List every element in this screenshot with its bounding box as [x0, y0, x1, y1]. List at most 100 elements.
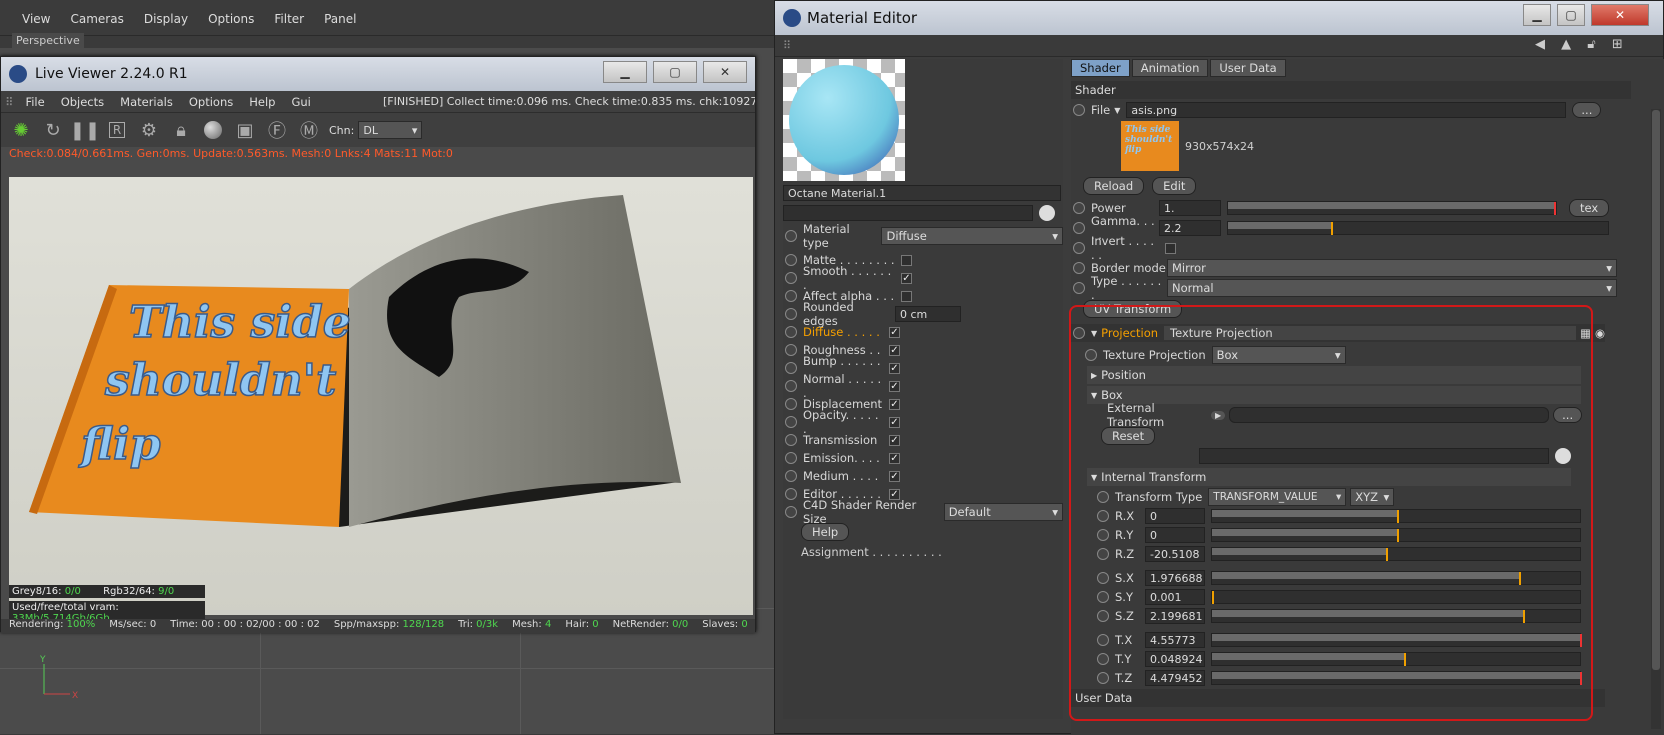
settings-gear-icon[interactable]: ⚙: [137, 118, 161, 142]
texture-thumbnail[interactable]: This side shouldn't flip: [1121, 121, 1179, 171]
picker-icon[interactable]: ◉: [1595, 326, 1605, 340]
tex-button[interactable]: tex: [1569, 199, 1610, 217]
material-preview[interactable]: [783, 59, 905, 181]
file-path-field[interactable]: asis.png: [1126, 102, 1567, 118]
anim-dot-icon[interactable]: [1073, 242, 1085, 254]
normal-checkbox[interactable]: ✓: [889, 380, 900, 392]
render-view[interactable]: This side shouldn't flip: [9, 177, 753, 615]
viewport-frame-icon[interactable]: ▣: [233, 118, 257, 142]
minimize-button[interactable]: ▁: [603, 61, 647, 83]
menu-panel[interactable]: Panel: [314, 12, 366, 26]
lv-menu-objects[interactable]: Objects: [53, 95, 112, 109]
channel-diffuse[interactable]: Diffuse . . . . .: [803, 325, 883, 339]
roughness-checkbox[interactable]: ✓: [889, 344, 900, 356]
lv-menu-options[interactable]: Options: [181, 95, 241, 109]
c4d-shader-select[interactable]: Default ▾: [943, 503, 1063, 521]
material-search-field[interactable]: [783, 205, 1033, 221]
channel-opacity[interactable]: Opacity. . . . . .: [803, 408, 883, 436]
smooth-checkbox[interactable]: ✓: [901, 272, 912, 284]
close-button[interactable]: ✕: [703, 61, 747, 83]
anim-dot-icon[interactable]: [1073, 262, 1085, 274]
anim-dot-icon[interactable]: [785, 290, 797, 302]
menu-view[interactable]: View: [12, 12, 60, 26]
tab-animation[interactable]: Animation: [1131, 59, 1209, 77]
region-render-icon[interactable]: R: [105, 118, 129, 142]
channel-label: Chn:: [329, 123, 355, 137]
edit-button[interactable]: Edit: [1152, 177, 1197, 195]
anim-dot-icon[interactable]: [785, 362, 797, 374]
anim-dot-icon[interactable]: [785, 308, 797, 320]
type-select[interactable]: Normal ▾: [1167, 279, 1617, 297]
material-ball-icon[interactable]: [201, 118, 225, 142]
power-input[interactable]: 1.: [1159, 200, 1221, 216]
anim-dot-icon[interactable]: [785, 434, 797, 446]
invert-checkbox[interactable]: [1165, 242, 1176, 254]
gamma-input[interactable]: 2.2: [1159, 220, 1221, 236]
scrollbar[interactable]: [1651, 109, 1661, 729]
browse-button[interactable]: ...: [1572, 102, 1602, 118]
anim-dot-icon[interactable]: [1073, 282, 1085, 294]
anim-dot-icon[interactable]: [785, 326, 797, 338]
affect-alpha-checkbox[interactable]: [901, 290, 912, 302]
medium-checkbox[interactable]: ✓: [889, 470, 900, 482]
minimize-button[interactable]: ▁: [1523, 4, 1551, 26]
channel-emission[interactable]: Emission. . . .: [803, 451, 883, 465]
tab-user-data[interactable]: User Data: [1210, 59, 1286, 77]
pause-icon[interactable]: ❚❚: [70, 118, 100, 142]
focus-picker-icon[interactable]: Ⓕ: [265, 118, 289, 142]
anim-dot-icon[interactable]: [785, 470, 797, 482]
channel-dropdown[interactable]: DL ▾: [358, 121, 423, 139]
channel-transmission[interactable]: Transmission: [803, 433, 883, 447]
nav-arrows-icon[interactable]: ◀ ▲ 🔓︎ ⊞: [1535, 37, 1629, 52]
menu-display[interactable]: Display: [134, 12, 198, 26]
matte-checkbox[interactable]: [901, 254, 912, 266]
anim-dot-icon[interactable]: [785, 398, 797, 410]
live-viewer-titlebar[interactable]: Live Viewer 2.24.0 R1 ▁ ▢ ✕: [1, 57, 755, 91]
menu-cameras[interactable]: Cameras: [60, 12, 133, 26]
lock-icon[interactable]: 🔒︎: [169, 118, 193, 142]
anim-dot-icon[interactable]: [1073, 222, 1085, 234]
anim-dot-icon[interactable]: [785, 506, 797, 518]
displacement-checkbox[interactable]: ✓: [889, 398, 900, 410]
material-type-select[interactable]: Diffuse ▾: [881, 227, 1063, 245]
anim-dot-icon[interactable]: [785, 272, 797, 284]
menu-filter[interactable]: Filter: [264, 12, 314, 26]
lv-menu-materials[interactable]: Materials: [112, 95, 181, 109]
channel-normal[interactable]: Normal . . . . . .: [803, 372, 883, 400]
anim-dot-icon[interactable]: [785, 452, 797, 464]
anim-dot-icon[interactable]: [785, 344, 797, 356]
lv-menu-gui[interactable]: Gui: [283, 95, 318, 109]
lv-menu-file[interactable]: File: [17, 95, 52, 109]
restart-icon[interactable]: ↻: [41, 118, 65, 142]
tab-shader[interactable]: Shader: [1071, 59, 1130, 77]
octane-logo-icon[interactable]: ✺: [9, 118, 33, 142]
anim-dot-icon[interactable]: [785, 380, 797, 392]
anim-dot-icon[interactable]: [785, 254, 797, 266]
maximize-button[interactable]: ▢: [1557, 4, 1585, 26]
lv-menu-help[interactable]: Help: [241, 95, 283, 109]
power-slider[interactable]: [1227, 201, 1557, 215]
anim-dot-icon[interactable]: [1073, 202, 1085, 214]
anim-dot-icon[interactable]: [1073, 104, 1085, 116]
material-name-field[interactable]: Octane Material.1: [783, 185, 1061, 201]
opacity-checkbox[interactable]: ✓: [889, 416, 900, 428]
anim-dot-icon[interactable]: [785, 488, 797, 500]
picker-icon[interactable]: [1039, 205, 1055, 221]
close-button[interactable]: ✕: [1591, 4, 1649, 26]
rounded-edges-input[interactable]: 0 cm: [895, 306, 961, 322]
anim-dot-icon[interactable]: [785, 230, 797, 242]
channel-medium[interactable]: Medium . . . .: [803, 469, 883, 483]
material-editor-titlebar[interactable]: Material Editor ▁ ▢ ✕: [775, 1, 1663, 35]
border-mode-select[interactable]: Mirror ▾: [1167, 259, 1617, 277]
anim-dot-icon[interactable]: [785, 416, 797, 428]
diffuse-checkbox[interactable]: ✓: [889, 326, 900, 338]
gamma-slider[interactable]: [1227, 221, 1609, 235]
reload-button[interactable]: Reload: [1083, 177, 1145, 195]
menu-options[interactable]: Options: [198, 12, 264, 26]
bump-checkbox[interactable]: ✓: [889, 362, 900, 374]
emission-checkbox[interactable]: ✓: [889, 452, 900, 464]
help-button[interactable]: Help: [801, 523, 850, 541]
transmission-checkbox[interactable]: ✓: [889, 434, 900, 446]
maximize-button[interactable]: ▢: [653, 61, 697, 83]
material-picker-icon[interactable]: Ⓜ: [297, 118, 321, 142]
